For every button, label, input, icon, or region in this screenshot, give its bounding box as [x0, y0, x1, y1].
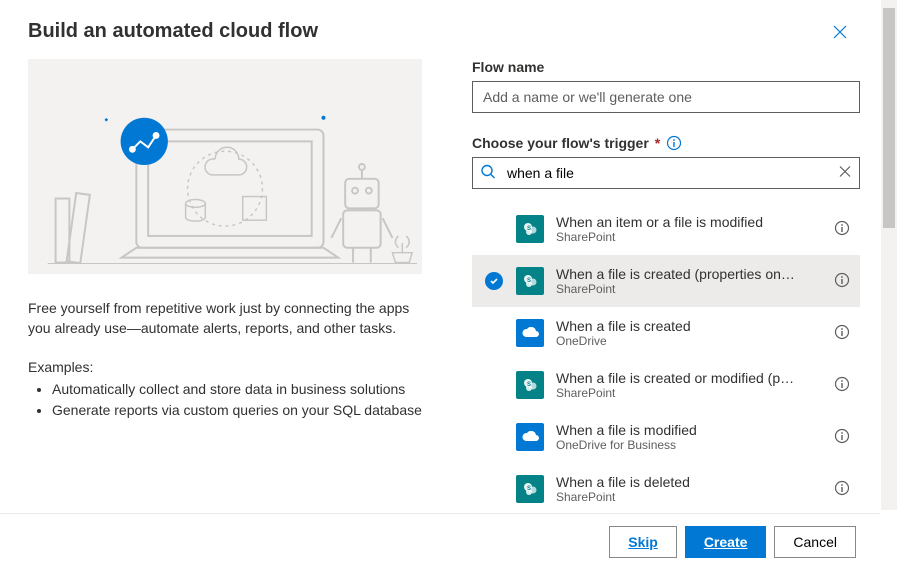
trigger-connector: SharePoint: [556, 282, 818, 296]
sharepoint-icon: S: [516, 475, 544, 503]
dialog-body: Free yourself from repetitive work just …: [0, 59, 880, 513]
trigger-item[interactable]: When a file is createdOneDrive: [472, 307, 860, 359]
trigger-list[interactable]: SWhen an item or a file is modifiedShare…: [472, 203, 860, 513]
check-icon: [485, 272, 503, 290]
examples-label: Examples:: [28, 359, 422, 375]
trigger-text: When a file is created (properties on…Sh…: [556, 266, 818, 296]
trigger-connector: SharePoint: [556, 386, 818, 400]
trigger-title: When a file is modified: [556, 422, 818, 438]
trigger-item[interactable]: S When a file is created or modified (p…S…: [472, 359, 860, 411]
trigger-info-button[interactable]: [830, 216, 854, 243]
sharepoint-icon: S: [516, 267, 544, 295]
onedrive-icon: [516, 319, 544, 347]
right-pane: Flow name Choose your flow's trigger * S…: [450, 59, 880, 513]
trigger-text: When a file is createdOneDrive: [556, 318, 818, 348]
info-icon: [834, 480, 850, 496]
trigger-text: When a file is deletedSharePoint: [556, 474, 818, 504]
close-button[interactable]: [828, 20, 852, 47]
onedrive-icon: [516, 423, 544, 451]
svg-text:S: S: [527, 226, 531, 232]
svg-text:S: S: [527, 278, 531, 284]
trigger-radio[interactable]: [484, 272, 504, 290]
required-asterisk: *: [655, 135, 660, 151]
svg-text:S: S: [527, 486, 531, 492]
close-icon: [832, 24, 848, 40]
left-pane: Free yourself from repetitive work just …: [0, 59, 450, 513]
flow-name-input[interactable]: [472, 81, 860, 113]
trigger-title: When a file is created: [556, 318, 818, 334]
example-item: Generate reports via custom queries on y…: [52, 400, 422, 421]
trigger-info-button[interactable]: [830, 424, 854, 451]
info-icon: [834, 428, 850, 444]
info-icon: [834, 220, 850, 236]
trigger-connector: SharePoint: [556, 490, 818, 504]
dialog-title: Build an automated cloud flow: [28, 20, 318, 43]
dialog: Build an automated cloud flow: [0, 0, 880, 570]
trigger-title: When a file is deleted: [556, 474, 818, 490]
description-text: Free yourself from repetitive work just …: [28, 298, 422, 339]
trigger-label-text: Choose your flow's trigger: [472, 135, 649, 151]
flow-name-label: Flow name: [472, 59, 860, 75]
info-icon[interactable]: [666, 135, 682, 151]
example-item: Automatically collect and store data in …: [52, 379, 422, 400]
trigger-search-input[interactable]: [472, 157, 860, 189]
info-icon: [834, 324, 850, 340]
trigger-connector: OneDrive for Business: [556, 438, 818, 452]
trigger-connector: SharePoint: [556, 230, 818, 244]
trigger-title: When a file is created (properties on…: [556, 266, 818, 282]
info-icon: [834, 376, 850, 392]
trigger-item[interactable]: S When an item or a file is modifiedShare…: [472, 203, 860, 255]
svg-text:S: S: [527, 382, 531, 388]
sharepoint-icon: S: [516, 371, 544, 399]
trigger-search: [472, 157, 860, 189]
search-icon: [480, 164, 496, 183]
trigger-text: When a file is created or modified (p…Sh…: [556, 370, 818, 400]
illustration: [28, 59, 422, 274]
clear-search-button[interactable]: [838, 165, 852, 182]
trigger-info-button[interactable]: [830, 476, 854, 503]
trigger-info-button[interactable]: [830, 268, 854, 295]
trigger-title: When a file is created or modified (p…: [556, 370, 818, 386]
dialog-footer: Skip Create Cancel: [0, 513, 880, 570]
trigger-item[interactable]: S When a file is deletedSharePoint: [472, 463, 860, 513]
cancel-button[interactable]: Cancel: [774, 526, 856, 558]
trigger-info-button[interactable]: [830, 372, 854, 399]
trigger-item[interactable]: S When a file is created (properties on…S…: [472, 255, 860, 307]
trigger-connector: OneDrive: [556, 334, 818, 348]
sharepoint-icon: S: [516, 215, 544, 243]
examples-list: Automatically collect and store data in …: [28, 379, 422, 421]
skip-button[interactable]: Skip: [609, 526, 677, 558]
info-icon: [834, 272, 850, 288]
dialog-header: Build an automated cloud flow: [0, 0, 880, 59]
create-button[interactable]: Create: [685, 526, 767, 558]
scrollbar-track[interactable]: [881, 0, 897, 510]
scrollbar-thumb[interactable]: [883, 8, 895, 228]
trigger-title: When an item or a file is modified: [556, 214, 818, 230]
trigger-text: When an item or a file is modifiedShareP…: [556, 214, 818, 244]
trigger-item[interactable]: When a file is modifiedOneDrive for Busi…: [472, 411, 860, 463]
trigger-label: Choose your flow's trigger *: [472, 135, 860, 151]
trigger-info-button[interactable]: [830, 320, 854, 347]
trigger-text: When a file is modifiedOneDrive for Busi…: [556, 422, 818, 452]
